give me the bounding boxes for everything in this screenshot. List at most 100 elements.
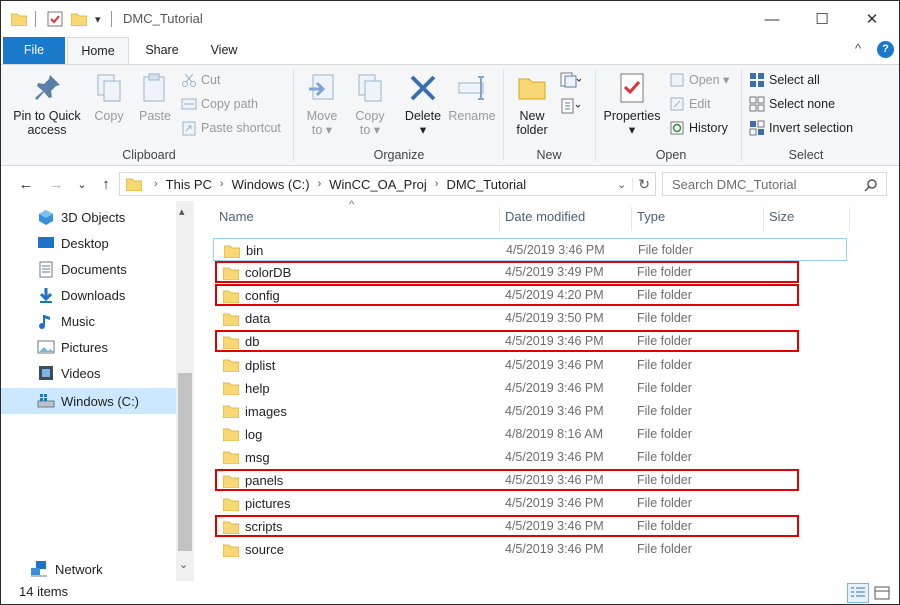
properties-button[interactable]: Properties ▾ [601,71,663,137]
file-name-cell[interactable]: panels [223,469,283,492]
tab-share[interactable]: Share [133,37,191,64]
forward-button[interactable]: → [45,173,67,195]
search-icon[interactable] [864,178,878,192]
select-all-button[interactable]: Select all [749,69,820,91]
sidebar-item-videos[interactable]: Videos [1,360,176,386]
table-row[interactable]: log 4/8/2019 8:16 AM File folder [213,423,847,446]
file-name-cell[interactable]: db [223,330,259,353]
sidebar-item-music[interactable]: Music [1,308,176,334]
paste-shortcut-button[interactable]: Paste shortcut [181,117,281,139]
large-icons-view-button[interactable] [871,583,893,603]
table-row[interactable]: dplist 4/5/2019 3:46 PM File folder [213,354,847,377]
recent-locations-button[interactable]: ⌄ [71,173,93,195]
file-name-cell[interactable]: help [223,377,270,400]
file-name-cell[interactable]: scripts [223,515,283,538]
copy-button[interactable]: Copy [89,71,129,123]
tab-file[interactable]: File [3,37,65,64]
table-row[interactable]: source 4/5/2019 3:46 PM File folder [213,538,847,561]
file-name-cell[interactable]: colorDB [223,261,291,284]
table-row[interactable]: colorDB 4/5/2019 3:49 PM File folder [213,261,847,284]
breadcrumb-separator[interactable]: › [429,178,445,190]
breadcrumb-this-pc[interactable]: This PC [164,177,214,192]
rename-button[interactable]: Rename [447,71,497,123]
column-header-type[interactable]: Type [631,201,763,233]
file-name-cell[interactable]: log [223,423,262,446]
select-none-button[interactable]: Select none [749,93,835,115]
easy-access-button[interactable] [559,95,581,117]
file-name-cell[interactable]: source [223,538,284,561]
file-date: 4/5/2019 3:46 PM [505,496,604,511]
refresh-button[interactable]: ↻ [633,176,655,193]
new-folder-button[interactable]: New folder [509,71,555,137]
table-row[interactable]: data 4/5/2019 3:50 PM File folder [213,307,847,330]
sidebar-scrollbar[interactable]: ▴ ⌄ [176,201,194,581]
up-button[interactable]: ↑ [95,173,117,195]
edit-button[interactable]: Edit [669,93,711,115]
tab-home[interactable]: Home [67,37,129,64]
invert-selection-button[interactable]: Invert selection [749,117,853,139]
new-folder-qa-icon[interactable] [71,10,87,28]
file-name-cell[interactable]: images [223,400,287,423]
file-name-cell[interactable]: config [223,284,280,307]
column-header-name[interactable]: Name [213,201,499,233]
column-separator[interactable] [849,207,850,231]
breadcrumb-wincc-oa-proj[interactable]: WinCC_OA_Proj [327,177,429,192]
sidebar-item-network[interactable]: Network [1,556,176,582]
copy-to-button[interactable]: Copy to ▾ [347,71,393,137]
table-row[interactable]: bin 4/5/2019 3:46 PM File folder [213,238,847,261]
open-button[interactable]: Open ▾ [669,69,729,91]
collapse-ribbon-icon[interactable]: ^ [855,41,861,56]
sidebar-item-desktop[interactable]: Desktop [1,230,176,256]
scroll-up-arrow-icon[interactable]: ▴ [179,205,185,218]
file-name-cell[interactable]: data [223,307,270,330]
delete-button[interactable]: Delete ▾ [401,71,445,137]
sidebar-item-downloads[interactable]: Downloads [1,282,176,308]
table-row[interactable]: images 4/5/2019 3:46 PM File folder [213,400,847,423]
search-input[interactable]: Search DMC_Tutorial [672,177,797,192]
properties-check-icon[interactable] [47,10,63,28]
file-name-cell[interactable]: dplist [223,354,275,377]
quick-access-folder-icon[interactable] [11,10,27,28]
details-view-button[interactable] [847,583,869,603]
column-header-size[interactable]: Size [763,201,849,233]
sidebar-item-pictures[interactable]: Pictures [1,334,176,360]
breadcrumb-dmc-tutorial[interactable]: DMC_Tutorial [444,177,528,192]
network-icon [31,561,47,577]
back-button[interactable]: ← [15,173,37,195]
tab-view[interactable]: View [195,37,253,64]
file-name-cell[interactable]: pictures [223,492,291,515]
cut-button[interactable]: Cut [181,69,220,91]
help-icon[interactable]: ? [877,41,894,58]
file-name-cell[interactable]: msg [223,446,270,469]
table-row[interactable]: help 4/5/2019 3:46 PM File folder [213,377,847,400]
search-box[interactable]: Search DMC_Tutorial [662,172,887,196]
address-bar[interactable]: › This PC › Windows (C:) › WinCC_OA_Proj… [119,172,656,196]
table-row[interactable]: msg 4/5/2019 3:46 PM File folder [213,446,847,469]
table-row[interactable]: config 4/5/2019 4:20 PM File folder [213,284,847,307]
close-button[interactable]: ✕ [849,1,895,37]
sidebar-item-documents[interactable]: Documents [1,256,176,282]
history-button[interactable]: History [669,117,728,139]
breadcrumb-windows-c[interactable]: Windows (C:) [230,177,312,192]
sidebar-item-windows-c[interactable]: Windows (C:) [1,388,176,414]
table-row[interactable]: panels 4/5/2019 3:46 PM File folder [213,469,847,492]
address-dropdown-button[interactable]: ⌄ [611,177,634,191]
pin-to-quick-access-button[interactable]: Pin to Quick access [9,71,85,137]
sidebar-item-3d-objects[interactable]: 3D Objects [1,204,176,230]
breadcrumb-separator[interactable]: › [312,178,328,190]
paste-button[interactable]: Paste [133,71,177,123]
breadcrumb-separator[interactable]: › [214,178,230,190]
customize-qa-dropdown-icon[interactable]: ▾ [95,10,101,28]
table-row[interactable]: scripts 4/5/2019 3:46 PM File folder [213,515,847,538]
sidebar-scroll-thumb[interactable] [178,373,192,551]
table-row[interactable]: pictures 4/5/2019 3:46 PM File folder [213,492,847,515]
copy-path-button[interactable]: Copy path [181,93,258,115]
scroll-down-arrow-icon[interactable]: ⌄ [179,558,188,571]
file-name-cell[interactable]: bin [224,239,263,262]
new-item-button[interactable] [559,69,581,91]
maximize-button[interactable]: ☐ [799,1,845,37]
table-row[interactable]: db 4/5/2019 3:46 PM File folder [213,330,847,353]
column-header-date-modified[interactable]: Date modified [499,201,631,233]
minimize-button[interactable]: — [749,1,795,37]
move-to-button[interactable]: Move to ▾ [299,71,345,137]
